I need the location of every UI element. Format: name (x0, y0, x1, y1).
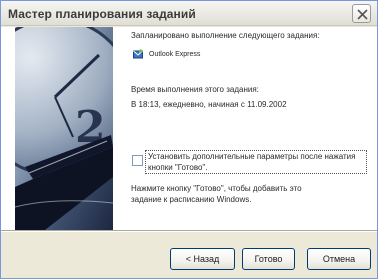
time-heading: Время выполнения этого задания: (131, 85, 259, 94)
task-name: Outlook Express (149, 51, 201, 58)
advanced-settings-label[interactable]: Установить дополнительные параметры посл… (145, 150, 367, 174)
wizard-content: 2 4 Запланировано выполнение следующего … (1, 27, 377, 230)
title-bar[interactable]: Мастер планирования заданий (1, 1, 377, 26)
advanced-settings-checkbox[interactable] (132, 155, 143, 166)
finish-hint-line2: задание к расписанию Windows. (131, 195, 252, 204)
finish-hint-line1: Нажмите кнопку "Готово", чтобы добавить … (131, 184, 302, 193)
intro-text: Запланировано выполнение следующего зада… (131, 31, 320, 40)
close-button[interactable] (352, 4, 371, 23)
done-button[interactable]: Готово (242, 248, 295, 270)
back-button[interactable]: < Назад (170, 248, 235, 270)
outlook-express-icon (133, 49, 143, 59)
button-divider (1, 230, 377, 232)
time-value: В 18:13, ежедневно, начиная с 11.09.2002 (131, 100, 287, 109)
wizard-window: Мастер планирования заданий 2 Запланиров… (0, 0, 378, 279)
cancel-button[interactable]: Отмена (307, 248, 371, 270)
clock-and-pen-illustration: 2 4 (15, 27, 113, 230)
window-title: Мастер планирования заданий (8, 7, 196, 21)
